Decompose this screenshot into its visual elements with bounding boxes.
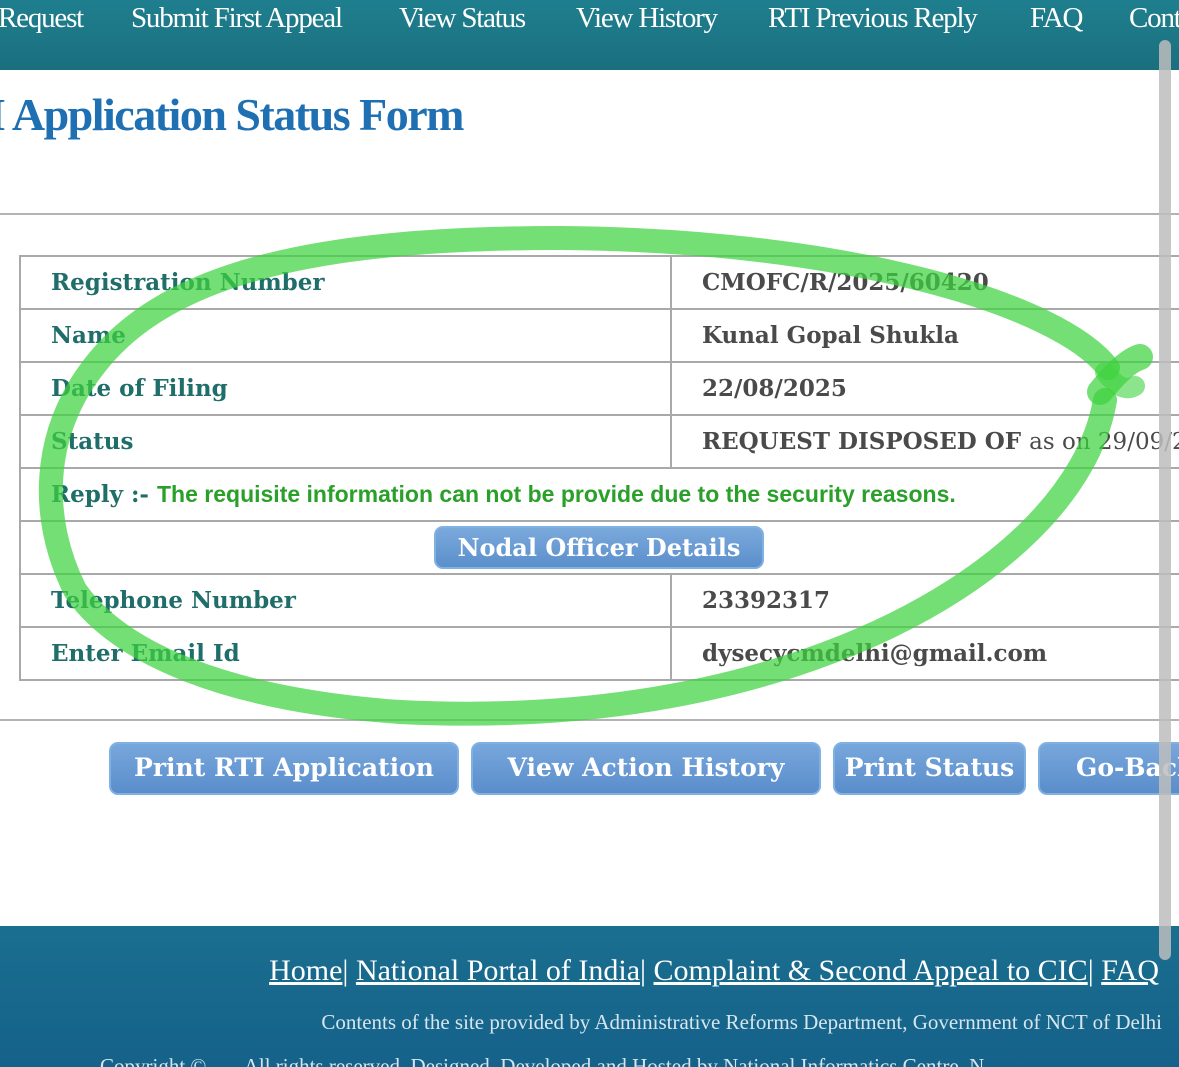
footer-link-national-portal[interactable]: National Portal of India bbox=[356, 954, 640, 987]
telephone-number-value: 23392317 bbox=[670, 573, 1179, 628]
footer-link-complaint-second-appeal[interactable]: Complaint & Second Appeal to CIC bbox=[654, 954, 1088, 987]
table-row-registration: Registration Number CMOFC/R/2025/60420 bbox=[19, 255, 1179, 310]
status-as-on-date: as on 29/09/2025 bbox=[1029, 429, 1179, 455]
nav-item-contact[interactable]: Cont bbox=[1129, 2, 1179, 35]
footer-credit-text: Contents of the site provided by Adminis… bbox=[321, 1010, 1162, 1034]
nav-item-view-status[interactable]: View Status bbox=[399, 2, 526, 35]
divider-top bbox=[0, 213, 1179, 215]
divider-bottom bbox=[0, 719, 1179, 721]
name-label: Name bbox=[19, 308, 672, 363]
status-table: Registration Number CMOFC/R/2025/60420 N… bbox=[19, 255, 1179, 681]
name-value: Kunal Gopal Shukla bbox=[670, 308, 1179, 363]
table-row-nodal: Nodal Officer Details bbox=[19, 520, 1179, 575]
footer-link-home[interactable]: Home bbox=[269, 954, 342, 987]
reply-cell: Reply :- The requisite information can n… bbox=[19, 467, 1179, 522]
date-of-filing-label: Date of Filing bbox=[19, 361, 672, 416]
table-row-email: Enter Email Id dysecycmdelhi@gmail.com bbox=[19, 626, 1179, 681]
footer-links: Home| National Portal of India| Complain… bbox=[269, 954, 1159, 988]
go-back-button[interactable]: Go-Back bbox=[1038, 742, 1179, 795]
vertical-scrollbar[interactable] bbox=[1159, 40, 1171, 960]
print-status-button[interactable]: Print Status bbox=[833, 742, 1026, 795]
nav-item-view-history[interactable]: View History bbox=[576, 2, 718, 35]
nav-item-submit-first-appeal[interactable]: Submit First Appeal bbox=[131, 2, 343, 35]
email-id-value: dysecycmdelhi@gmail.com bbox=[670, 626, 1179, 681]
registration-number-label: Registration Number bbox=[19, 255, 672, 310]
date-of-filing-value: 22/08/2025 bbox=[670, 361, 1179, 416]
registration-number-value: CMOFC/R/2025/60420 bbox=[670, 255, 1179, 310]
view-action-history-button[interactable]: View Action History bbox=[471, 742, 821, 795]
print-rti-application-button[interactable]: Print RTI Application bbox=[109, 742, 459, 795]
footer-link-faq[interactable]: FAQ bbox=[1101, 954, 1159, 987]
nav-item-faq[interactable]: FAQ bbox=[1030, 2, 1083, 35]
reply-label: Reply :- bbox=[51, 481, 149, 508]
nav-item-rti-previous-reply[interactable]: RTI Previous Reply bbox=[768, 2, 978, 35]
footer: Home| National Portal of India| Complain… bbox=[0, 926, 1179, 1067]
email-id-label: Enter Email Id bbox=[19, 626, 672, 681]
nodal-officer-details-button[interactable]: Nodal Officer Details bbox=[433, 526, 765, 569]
footer-separator: | bbox=[640, 954, 647, 987]
status-label: Status bbox=[19, 414, 672, 469]
reply-text: The requisite information can not be pro… bbox=[157, 481, 956, 507]
footer-separator: | bbox=[1087, 954, 1094, 987]
top-nav-bar: Request Submit First Appeal View Status … bbox=[0, 0, 1179, 70]
footer-copyright-text: Copyright © ---- All rights reserved. De… bbox=[100, 1054, 985, 1067]
footer-separator: | bbox=[342, 954, 349, 987]
nav-item-request[interactable]: Request bbox=[0, 2, 84, 35]
status-value: REQUEST DISPOSED OF bbox=[702, 428, 1022, 455]
page-title: I Application Status Form bbox=[0, 89, 464, 140]
table-row-date: Date of Filing 22/08/2025 bbox=[19, 361, 1179, 416]
telephone-number-label: Telephone Number bbox=[19, 573, 672, 628]
table-row-name: Name Kunal Gopal Shukla bbox=[19, 308, 1179, 363]
status-cell: REQUEST DISPOSED OF as on 29/09/2025 bbox=[670, 414, 1179, 469]
table-row-telephone: Telephone Number 23392317 bbox=[19, 573, 1179, 628]
nodal-officer-cell: Nodal Officer Details bbox=[19, 520, 1179, 575]
table-row-reply: Reply :- The requisite information can n… bbox=[19, 467, 1179, 522]
table-row-status: Status REQUEST DISPOSED OF as on 29/09/2… bbox=[19, 414, 1179, 469]
